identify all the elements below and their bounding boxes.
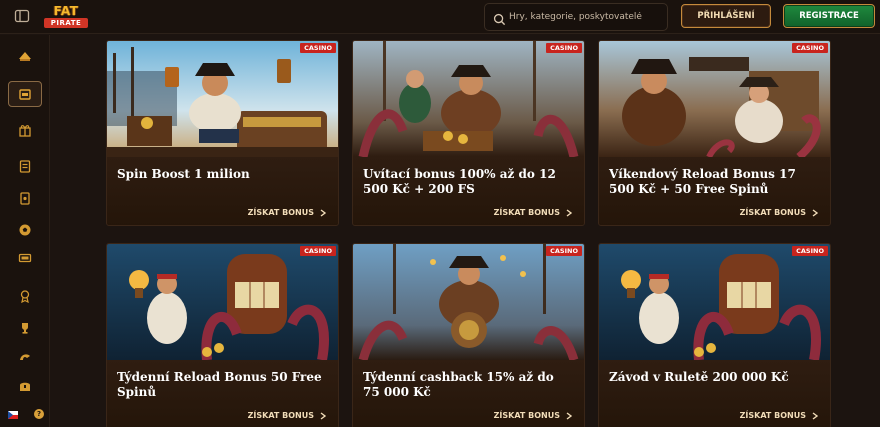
promo-body: Víkendový Reload Bonus 17 500 Kč + 50 Fr… <box>599 157 830 225</box>
top-header: FAT PIRATE PŘIHLÁŠENÍ REGISTRACE <box>0 0 880 34</box>
promo-body: Týdenní cashback 15% až do 75 000 Kč ZÍS… <box>353 360 584 427</box>
chevron-right-icon <box>320 411 326 420</box>
trophy-icon <box>22 323 28 334</box>
sidebar-item-cards[interactable] <box>14 187 36 209</box>
promo-body: Závod v Ruletě 200 000 Kč ZÍSKAT BONUS <box>599 360 830 427</box>
promo-image: CASINO <box>599 41 830 157</box>
sidebar-item-badges[interactable] <box>14 285 36 307</box>
promo-body: Týdenní Reload Bonus 50 Free Spinů ZÍSKA… <box>107 360 338 427</box>
promo-title: Víkendový Reload Bonus 17 500 Kč + 50 Fr… <box>609 167 796 196</box>
search-icon <box>493 11 506 26</box>
category-badge: CASINO <box>300 43 336 53</box>
login-button[interactable]: PŘIHLÁŠENÍ <box>681 4 771 28</box>
claim-bonus-label: ZÍSKAT BONUS <box>247 411 314 420</box>
claim-bonus-button[interactable]: ZÍSKAT BONUS <box>494 411 572 420</box>
claim-bonus-label: ZÍSKAT BONUS <box>493 208 560 217</box>
sports-icon <box>19 224 31 236</box>
promo-image: CASINO <box>107 41 338 157</box>
claim-bonus-button[interactable]: ZÍSKAT BONUS <box>740 411 818 420</box>
promo-image: CASINO <box>599 244 830 360</box>
home-icon <box>19 52 31 61</box>
sidebar-toggle-icon[interactable] <box>14 8 30 24</box>
claim-bonus-label: ZÍSKAT BONUS <box>739 208 806 217</box>
logo-text-top: FAT <box>53 4 79 18</box>
help-icon[interactable]: ? <box>34 409 44 419</box>
category-badge: CASINO <box>792 43 828 53</box>
category-badge: CASINO <box>546 43 582 53</box>
claim-bonus-label: ZÍSKAT BONUS <box>493 411 560 420</box>
gift-icon <box>19 125 31 137</box>
live-icon <box>18 253 32 263</box>
chest-icon <box>20 382 30 391</box>
sidebar-item-promotions[interactable] <box>8 81 42 107</box>
promotions-icon <box>19 89 31 100</box>
logo[interactable]: FAT PIRATE <box>40 4 92 30</box>
promo-card[interactable]: CASINO Týdenní cashback 15% až do 75 000… <box>352 243 585 427</box>
chevron-right-icon <box>812 411 818 420</box>
sidebar-item-slots[interactable] <box>14 155 36 177</box>
promo-image: CASINO <box>353 244 584 360</box>
promo-card[interactable]: CASINO Uvítací bonus 100% až do 12 500 K… <box>352 40 585 226</box>
promo-card[interactable]: CASINO Spin Boost 1 milion ZÍSKAT BONUS <box>106 40 339 226</box>
category-badge: CASINO <box>300 246 336 256</box>
promo-body: Spin Boost 1 milion ZÍSKAT BONUS <box>107 157 338 225</box>
badge-icon <box>20 290 30 303</box>
claim-bonus-label: ZÍSKAT BONUS <box>247 208 314 217</box>
wheel-icon <box>20 354 30 360</box>
claim-bonus-label: ZÍSKAT BONUS <box>739 411 806 420</box>
promo-title: Spin Boost 1 milion <box>117 167 250 181</box>
sidebar-item-home[interactable] <box>14 45 36 67</box>
language-flag-icon[interactable] <box>8 411 18 419</box>
promo-title: Týdenní cashback 15% až do 75 000 Kč <box>363 370 554 399</box>
promo-title: Závod v Ruletě 200 000 Kč <box>609 370 789 384</box>
category-badge: CASINO <box>546 246 582 256</box>
promo-image: CASINO <box>107 244 338 360</box>
search-box[interactable] <box>484 3 668 31</box>
category-badge: CASINO <box>792 246 828 256</box>
sidebar-item-wheel[interactable] <box>14 347 36 369</box>
claim-bonus-button[interactable]: ZÍSKAT BONUS <box>248 208 326 217</box>
register-button[interactable]: REGISTRACE <box>783 4 875 28</box>
promo-title: Týdenní Reload Bonus 50 Free Spinů <box>117 370 322 399</box>
sidebar: ? <box>0 35 50 427</box>
sidebar-item-gifts[interactable] <box>14 119 36 141</box>
cards-icon <box>20 192 30 205</box>
sidebar-item-chest[interactable] <box>14 375 36 397</box>
chevron-right-icon <box>566 208 572 217</box>
sidebar-item-sports[interactable] <box>14 219 36 241</box>
claim-bonus-button[interactable]: ZÍSKAT BONUS <box>248 411 326 420</box>
claim-bonus-button[interactable]: ZÍSKAT BONUS <box>740 208 818 217</box>
promo-body: Uvítací bonus 100% až do 12 500 Kč + 200… <box>353 157 584 225</box>
sidebar-item-live[interactable] <box>14 247 36 269</box>
slots-icon <box>19 160 31 173</box>
promo-card[interactable]: CASINO Závod v Ruletě 200 000 Kč ZÍSKAT … <box>598 243 831 427</box>
sidebar-item-tournaments[interactable] <box>14 317 36 339</box>
promo-card[interactable]: CASINO Týdenní Reload Bonus 50 Free Spin… <box>106 243 339 427</box>
chevron-right-icon <box>812 208 818 217</box>
claim-bonus-button[interactable]: ZÍSKAT BONUS <box>494 208 572 217</box>
promo-title: Uvítací bonus 100% až do 12 500 Kč + 200… <box>363 167 556 196</box>
chevron-right-icon <box>566 411 572 420</box>
promo-card[interactable]: CASINO Víkendový Reload Bonus 17 500 Kč … <box>598 40 831 226</box>
promo-image: CASINO <box>353 41 584 157</box>
search-input[interactable] <box>509 7 665 27</box>
logo-text-bottom: PIRATE <box>44 18 88 28</box>
chevron-right-icon <box>320 208 326 217</box>
